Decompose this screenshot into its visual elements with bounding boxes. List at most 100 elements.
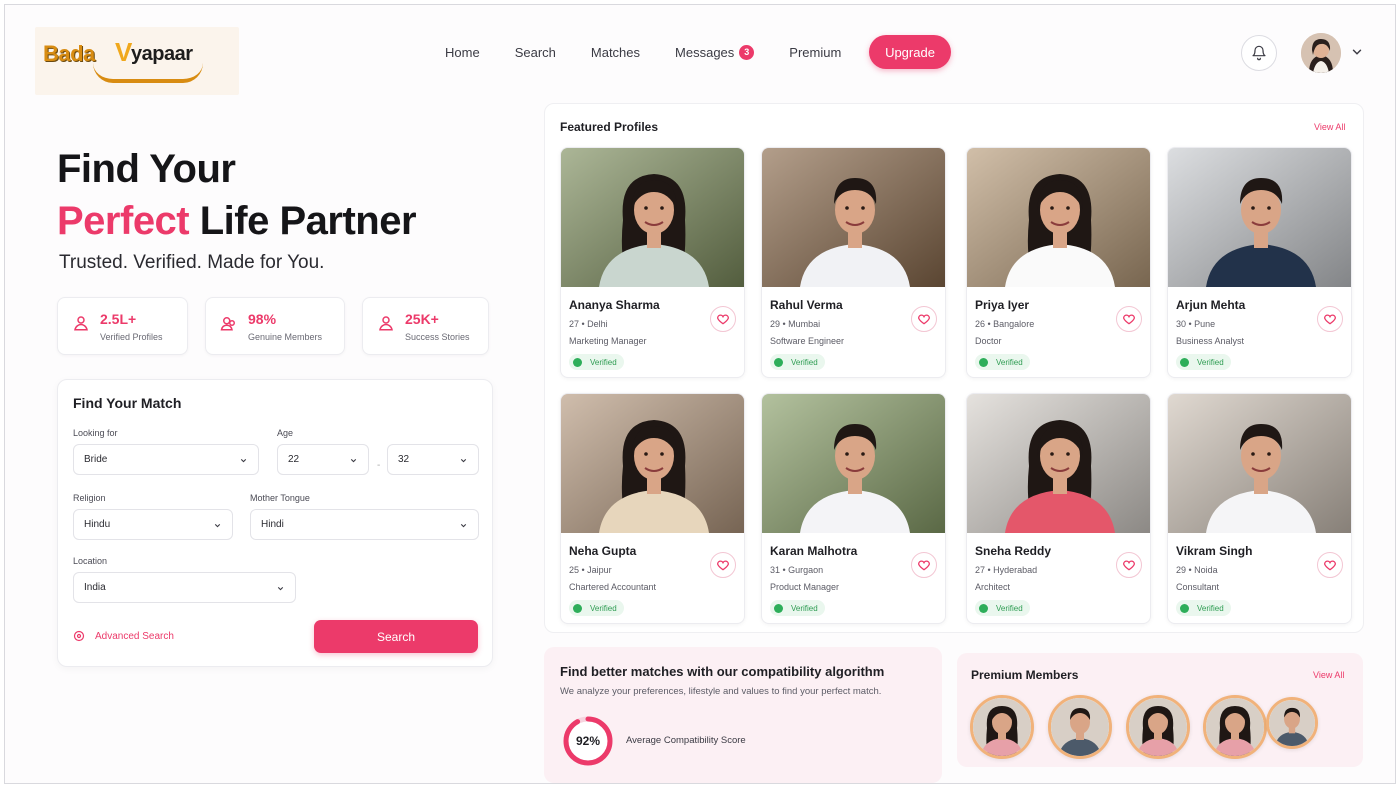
verified-badge: Verified: [975, 354, 1030, 370]
bell-icon: [1252, 45, 1266, 61]
nav-matches[interactable]: Matches: [591, 45, 640, 60]
profile-card[interactable]: Arjun Mehta 30 • Pune Business Analyst V…: [1167, 147, 1352, 378]
profile-photo[interactable]: [1168, 148, 1351, 287]
shortlist-heart-button[interactable]: [1116, 306, 1142, 332]
premium-view-all-link[interactable]: View All: [1313, 670, 1344, 680]
age-min-value: 22: [288, 454, 300, 465]
upgrade-button[interactable]: Upgrade: [869, 35, 951, 69]
profile-card[interactable]: Neha Gupta 25 • Jaipur Chartered Account…: [560, 393, 745, 624]
profile-photo[interactable]: [1168, 394, 1351, 533]
profile-name[interactable]: Arjun Mehta: [1176, 298, 1245, 312]
profile-photo[interactable]: [762, 148, 945, 287]
profile-photo[interactable]: [762, 394, 945, 533]
nav-home[interactable]: Home: [445, 45, 480, 60]
profile-name[interactable]: Rahul Verma: [770, 298, 843, 312]
nav-home-label: Home: [445, 44, 480, 60]
user-avatar[interactable]: [1301, 33, 1341, 73]
profile-name[interactable]: Priya Iyer: [975, 298, 1029, 312]
mother-tongue-select[interactable]: Hindi: [250, 509, 479, 540]
check-icon: [573, 357, 582, 367]
verified-label: Verified: [590, 603, 617, 613]
verified-badge: Verified: [770, 600, 825, 616]
profile-card[interactable]: Priya Iyer 26 • Bangalore Doctor Verifie…: [966, 147, 1151, 378]
nav-premium[interactable]: Premium: [789, 45, 841, 60]
search-button[interactable]: Search: [314, 620, 478, 653]
looking-for-select[interactable]: Bride: [73, 444, 259, 475]
age-separator: -: [377, 460, 381, 471]
stat-card-verified: 2.5L+ Verified Profiles: [57, 297, 188, 355]
premium-member-avatar[interactable]: [970, 695, 1034, 759]
advanced-search-link[interactable]: Advanced Search: [73, 630, 174, 642]
profile-card[interactable]: Sneha Reddy 27 • Hyderabad Architect Ver…: [966, 393, 1151, 624]
nav-search[interactable]: Search: [515, 45, 556, 60]
brand-logo[interactable]: Bada V yapaar: [35, 27, 239, 95]
age-max-select[interactable]: 32: [387, 444, 479, 475]
featured-title: Featured Profiles: [560, 120, 659, 134]
profile-name[interactable]: Karan Malhotra: [770, 544, 857, 558]
notifications-button[interactable]: [1241, 35, 1277, 71]
shortlist-heart-button[interactable]: [1317, 306, 1343, 332]
profile-card[interactable]: Rahul Verma 29 • Mumbai Software Enginee…: [761, 147, 946, 378]
profile-photo[interactable]: [561, 394, 744, 533]
profile-occupation: Software Engineer: [770, 336, 845, 346]
shortlist-heart-button[interactable]: [710, 552, 736, 578]
profile-age-city: 30 • Pune: [1176, 319, 1216, 329]
nav-messages[interactable]: Messages 3: [675, 44, 755, 60]
location-select[interactable]: India: [73, 572, 296, 603]
religion-label: Religion: [73, 493, 106, 503]
profile-card[interactable]: Vikram Singh 29 • Noida Consultant Verif…: [1167, 393, 1352, 624]
chevron-down-icon[interactable]: [1350, 45, 1364, 59]
featured-view-all-link[interactable]: View All: [1314, 122, 1345, 132]
shortlist-heart-button[interactable]: [1317, 552, 1343, 578]
profile-age-city: 29 • Mumbai: [770, 319, 821, 329]
profile-name[interactable]: Ananya Sharma: [569, 298, 660, 312]
check-icon: [1180, 357, 1189, 367]
verified-label: Verified: [996, 603, 1023, 613]
hero-subtitle: Trusted. Verified. Made for You.: [59, 252, 325, 273]
chevron-down-icon: [350, 458, 357, 463]
profile-occupation: Architect: [975, 582, 1011, 592]
premium-member-avatar[interactable]: [1203, 695, 1267, 759]
chevron-down-icon: [460, 458, 467, 463]
settings-icon: [73, 630, 85, 642]
logo-text-part1: Bada: [43, 41, 95, 66]
verified-label: Verified: [996, 357, 1023, 367]
profile-photo[interactable]: [561, 148, 744, 287]
mother-tongue-label: Mother Tongue: [250, 493, 310, 503]
shortlist-heart-button[interactable]: [710, 306, 736, 332]
heart-icon: [918, 314, 930, 325]
premium-member-avatar[interactable]: [1266, 697, 1318, 749]
profile-name[interactable]: Neha Gupta: [569, 544, 636, 558]
profile-age-city: 29 • Noida: [1176, 565, 1218, 575]
age-min-select[interactable]: 22: [277, 444, 369, 475]
stat-label: Genuine Members: [248, 332, 323, 342]
logo-swoosh: [93, 63, 203, 83]
verified-badge: Verified: [1176, 600, 1231, 616]
profile-photo[interactable]: [967, 394, 1150, 533]
stat-card-stories: 25K+ Success Stories: [362, 297, 489, 355]
shortlist-heart-button[interactable]: [911, 306, 937, 332]
mother-tongue-value: Hindi: [261, 519, 284, 530]
profile-name[interactable]: Vikram Singh: [1176, 544, 1252, 558]
profile-photo[interactable]: [967, 148, 1150, 287]
premium-member-avatar[interactable]: [1048, 695, 1112, 759]
looking-for-label: Looking for: [73, 428, 118, 438]
main-nav: Home Search Matches Messages 3 Premium: [445, 35, 876, 69]
location-label: Location: [73, 556, 108, 566]
shortlist-heart-button[interactable]: [1116, 552, 1142, 578]
user-icon: [74, 316, 88, 331]
shortlist-heart-button[interactable]: [911, 552, 937, 578]
nav-premium-label: Premium: [789, 44, 842, 60]
premium-member-avatar[interactable]: [1126, 695, 1190, 759]
verified-label: Verified: [1197, 357, 1224, 367]
religion-select[interactable]: Hindu: [73, 509, 233, 540]
profile-card[interactable]: Ananya Sharma 27 • Delhi Marketing Manag…: [560, 147, 745, 378]
verified-label: Verified: [590, 357, 617, 367]
verified-badge: Verified: [770, 354, 825, 370]
religion-value: Hindu: [84, 519, 111, 530]
compatibility-title: Find better matches with our compatibili…: [560, 664, 885, 679]
profile-name[interactable]: Sneha Reddy: [975, 544, 1051, 558]
hero-title: Find Your Perfect Life Partner: [57, 143, 417, 247]
featured-profiles-panel: Featured Profiles View All Ananya Sharma…: [544, 103, 1364, 633]
profile-card[interactable]: Karan Malhotra 31 • Gurgaon Product Mana…: [761, 393, 946, 624]
